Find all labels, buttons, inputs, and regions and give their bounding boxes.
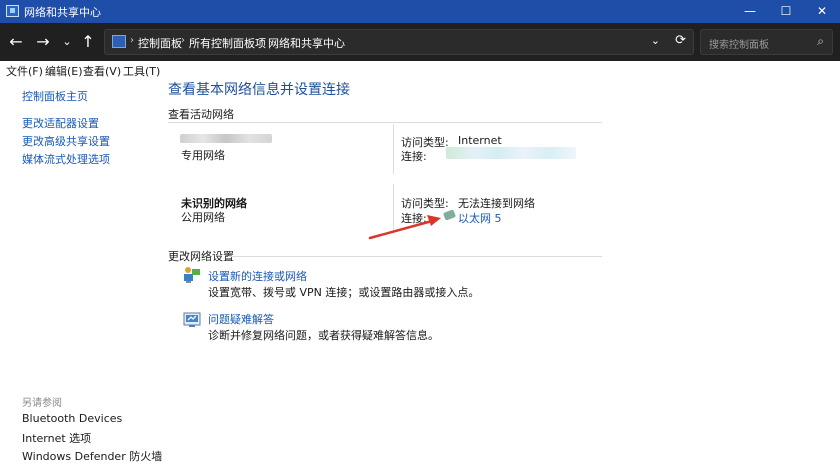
section-divider (228, 256, 602, 257)
troubleshoot-link[interactable]: 问题疑难解答 (208, 311, 274, 327)
troubleshoot-icon (183, 312, 201, 327)
setup-connection-link[interactable]: 设置新的连接或网络 (208, 268, 307, 284)
annotation-arrow-icon (368, 215, 441, 240)
setup-connection-desc: 设置宽带、拨号或 VPN 连接；或设置路由器或接入点。 (208, 286, 480, 299)
new-connection-icon (184, 267, 200, 283)
change-settings-heading: 更改网络设置 (168, 250, 234, 263)
troubleshoot-desc: 诊断并修复网络问题，或者获得疑难解答信息。 (208, 329, 439, 342)
